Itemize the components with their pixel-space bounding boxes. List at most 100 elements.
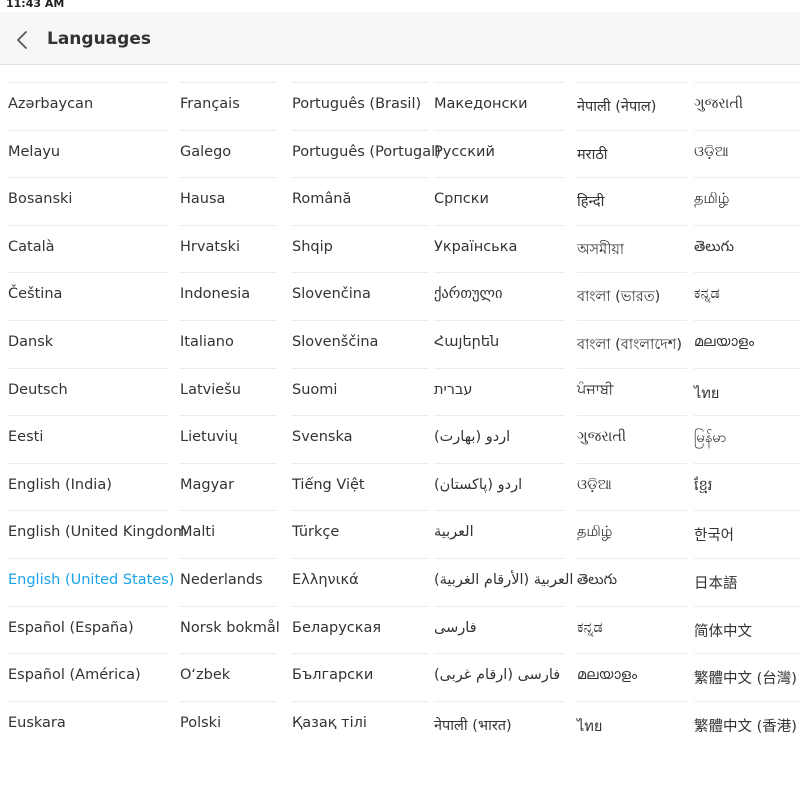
language-option[interactable]: עברית: [434, 367, 564, 416]
language-option[interactable]: Ελληνικά: [292, 557, 428, 606]
language-option-label: O‘zbek: [180, 667, 231, 684]
language-option[interactable]: English (United Kingdom: [8, 510, 187, 558]
language-option[interactable]: മലയാളം: [694, 319, 800, 368]
back-button[interactable]: [8, 26, 36, 54]
language-option-label: Bosanski: [8, 191, 73, 208]
language-option[interactable]: English (United States): [8, 557, 174, 606]
language-option[interactable]: ខ្មែរ: [694, 462, 800, 511]
language-option[interactable]: Latviešu: [180, 367, 276, 416]
language-option[interactable]: Türkçe: [292, 510, 428, 558]
language-option[interactable]: Tiếng Việt: [292, 462, 428, 511]
language-option[interactable]: नेपाली (नेपाल): [577, 82, 687, 130]
language-option-label: বাংলা (ভারত): [577, 289, 661, 306]
language-option[interactable]: اردو (بھارت): [434, 415, 564, 463]
language-option-label: Indonesia: [180, 286, 251, 303]
language-option[interactable]: Português (Portugal): [292, 129, 441, 178]
language-option[interactable]: Polski: [180, 700, 276, 749]
language-option[interactable]: Nederlands: [180, 557, 276, 606]
language-option-label: हिन्दी: [577, 194, 605, 211]
language-option[interactable]: অসমীয়া: [577, 224, 687, 273]
language-option[interactable]: Indonesia: [180, 272, 276, 320]
language-option-label: English (India): [8, 476, 112, 493]
language-option[interactable]: Deutsch: [8, 367, 168, 416]
language-option[interactable]: Español (América): [8, 653, 168, 701]
language-option[interactable]: 繁體中文 (台灣): [694, 653, 800, 701]
language-option[interactable]: Hrvatski: [180, 224, 276, 273]
language-option[interactable]: Galego: [180, 129, 276, 178]
language-option[interactable]: Português (Brasil): [292, 82, 428, 130]
language-option[interactable]: Українська: [434, 224, 564, 273]
language-option[interactable]: తెలుగు: [694, 224, 800, 273]
status-bar: 11:43 AM: [0, 0, 800, 12]
language-option[interactable]: Lietuvių: [180, 415, 276, 463]
language-option[interactable]: Slovenščina: [292, 319, 428, 368]
language-option[interactable]: မြန်မာ: [694, 415, 800, 463]
language-option[interactable]: नेपाली (भारत): [434, 700, 564, 749]
language-option-label: Magyar: [180, 476, 235, 493]
language-column-2: Français Galego Hausa Hrvatski Indonesia Ital…: [180, 82, 280, 749]
language-option[interactable]: Malti: [180, 510, 276, 558]
language-column-6: ગુજરાતી ଓଡ଼ିଆ தமிழ் తెలుగు ಕನ್ನಡ മലയാളം ไทย မြန…: [694, 82, 800, 748]
language-option[interactable]: Italiano: [180, 319, 276, 368]
language-option-label: ಕನ್ನಡ: [577, 619, 603, 636]
language-option[interactable]: Bosanski: [8, 177, 168, 225]
language-option[interactable]: Беларуская: [292, 605, 428, 654]
language-option[interactable]: தமிழ்: [577, 510, 687, 558]
language-option[interactable]: English (India): [8, 462, 168, 511]
language-option[interactable]: ગુજરાતી: [694, 82, 800, 130]
language-option[interactable]: ਪੰਜਾਬੀ: [577, 367, 687, 416]
language-option[interactable]: فارسی (ارقام غربی): [434, 653, 564, 701]
language-option[interactable]: Dansk: [8, 319, 168, 368]
language-option[interactable]: ಕನ್ನಡ: [694, 272, 800, 320]
language-option[interactable]: বাংলা (ভারত): [577, 272, 687, 320]
language-option[interactable]: ଓଡ଼ିଆ: [577, 462, 687, 511]
language-option[interactable]: Suomi: [292, 367, 428, 416]
language-option[interactable]: हिन्दी: [577, 177, 687, 225]
language-option-label: অসমীয়া: [577, 241, 625, 258]
language-option[interactable]: العربية: [434, 510, 564, 558]
language-option[interactable]: ଓଡ଼ିଆ: [694, 129, 800, 178]
language-option[interactable]: Հայերեն: [434, 319, 564, 368]
language-option[interactable]: Български: [292, 653, 428, 701]
language-option[interactable]: ಕನ್ನಡ: [577, 605, 687, 654]
language-option[interactable]: Македонски: [434, 82, 564, 130]
language-option[interactable]: Euskara: [8, 700, 168, 749]
language-option[interactable]: ไทย: [694, 367, 800, 416]
language-option[interactable]: Hausa: [180, 177, 276, 225]
language-option[interactable]: Shqip: [292, 224, 428, 273]
language-option[interactable]: മലയാളം: [577, 653, 687, 701]
language-option[interactable]: Français: [180, 82, 276, 130]
chevron-left-icon: [17, 31, 27, 49]
language-option[interactable]: தமிழ்: [694, 177, 800, 225]
language-option[interactable]: Русский: [434, 129, 564, 178]
language-option[interactable]: 繁體中文 (香港): [694, 700, 800, 749]
language-option[interactable]: O‘zbek: [180, 653, 276, 701]
language-option[interactable]: ไทย: [577, 700, 687, 749]
language-option[interactable]: Қазақ тілі: [292, 700, 428, 749]
language-option[interactable]: मराठी: [577, 129, 687, 178]
language-option[interactable]: বাংলা (বাংলাদেশ): [577, 319, 687, 368]
language-option[interactable]: Català: [8, 224, 168, 273]
language-option[interactable]: 简体中文: [694, 605, 800, 654]
language-option[interactable]: 한국어: [694, 510, 800, 558]
language-option-label: 简体中文: [694, 623, 752, 640]
language-option[interactable]: Română: [292, 177, 428, 225]
language-option-label: Հայերեն: [434, 333, 500, 350]
language-option[interactable]: Čeština: [8, 272, 168, 320]
language-option[interactable]: فارسی: [434, 605, 564, 654]
language-option[interactable]: Slovenčina: [292, 272, 428, 320]
language-option[interactable]: Српски: [434, 177, 564, 225]
language-option[interactable]: ગુજરાતી: [577, 415, 687, 463]
language-option[interactable]: Melayu: [8, 129, 168, 178]
language-option[interactable]: తెలుగు: [577, 557, 687, 606]
language-option[interactable]: Azərbaycan: [8, 82, 168, 130]
language-option[interactable]: Español (España): [8, 605, 168, 654]
language-option[interactable]: Magyar: [180, 462, 276, 511]
language-option[interactable]: Norsk bokmål: [180, 605, 280, 654]
language-option[interactable]: ქართული: [434, 272, 564, 320]
language-option[interactable]: Svenska: [292, 415, 428, 463]
language-option[interactable]: اردو (پاکستان): [434, 462, 564, 511]
language-option[interactable]: Eesti: [8, 415, 168, 463]
language-option[interactable]: العربية (الأرقام الغربية): [434, 557, 573, 606]
language-option[interactable]: 日本語: [694, 557, 800, 606]
